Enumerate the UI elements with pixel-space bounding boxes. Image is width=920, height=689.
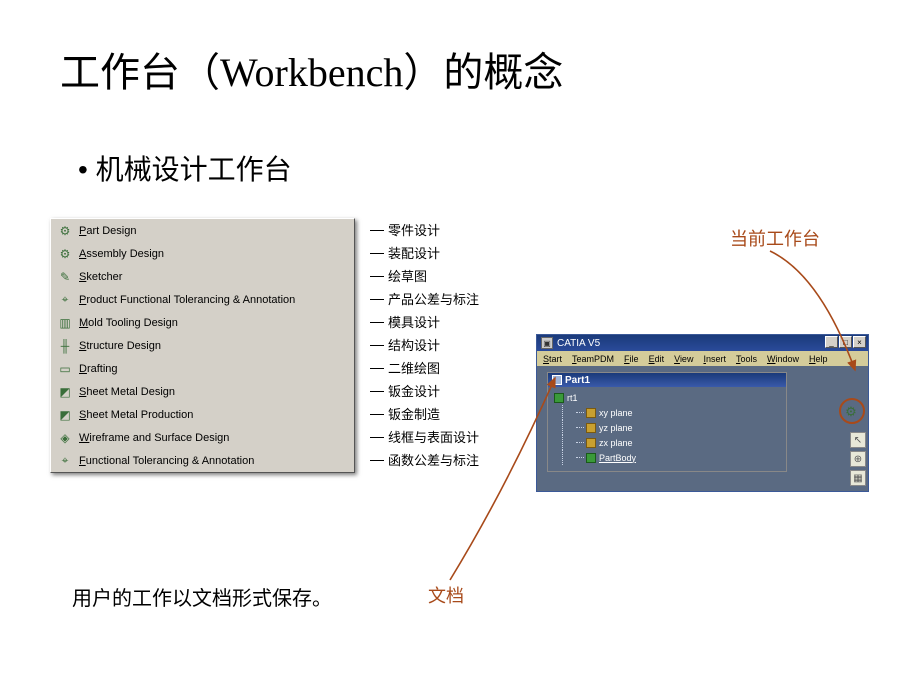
menu-item-label: Part Design: [79, 225, 136, 237]
tree-item[interactable]: xy plane: [554, 405, 780, 420]
workbench-icon: ⌖: [55, 291, 75, 309]
spec-tree: rt1 xy plane yz plane zx plane PartBody: [548, 387, 786, 471]
workbench-icon: ✎: [55, 268, 75, 286]
menu-item-label: Structure Design: [79, 340, 161, 352]
menu-item-sketcher[interactable]: ✎ Sketcher: [51, 265, 354, 288]
close-button[interactable]: ×: [853, 336, 866, 348]
workbench-icon: ╫: [55, 337, 75, 355]
workbench-icon: ⌖: [55, 452, 75, 470]
catia-body: Part1 rt1 xy plane yz plane zx plane PartBo…: [537, 366, 868, 491]
workbench-label-column: 零件设计装配设计绘草图产品公差与标注模具设计结构设计二维绘图钣金设计钣金制造线框…: [370, 218, 530, 471]
document-titlebar: Part1: [548, 373, 786, 387]
document-subwindow: Part1 rt1 xy plane yz plane zx plane PartBo…: [547, 372, 787, 472]
bottom-caption: 用户的工作以文档形式保存。: [72, 582, 332, 611]
menu-translation: 绘草图: [370, 264, 530, 287]
window-controls: _ □ ×: [825, 336, 866, 348]
menu-item-label: Sketcher: [79, 271, 122, 283]
workbench-icon: ▭: [55, 360, 75, 378]
menu-insert[interactable]: Insert: [703, 354, 726, 364]
menu-item-sheet-metal-production[interactable]: ◩ Sheet Metal Production: [51, 403, 354, 426]
menu-translation: 线框与表面设计: [370, 425, 530, 448]
annotation-current-workbench: 当前工作台: [730, 225, 820, 251]
side-toolbar: ↖ ⊕ ▦: [850, 432, 866, 486]
menu-translation: 结构设计: [370, 333, 530, 356]
tree-item[interactable]: yz plane: [554, 420, 780, 435]
workbench-icon: ⚙: [55, 245, 75, 263]
tree-item[interactable]: zx plane: [554, 435, 780, 450]
document-title-text: Part1: [565, 375, 590, 386]
tree-item-label: zx plane: [599, 438, 633, 448]
menu-translation: 模具设计: [370, 310, 530, 333]
menu-tools[interactable]: Tools: [736, 354, 757, 364]
menu-translation: 函数公差与标注: [370, 448, 530, 471]
document-icon: [552, 375, 562, 385]
menu-item-functional-tolerancing-annotation[interactable]: ⌖ Functional Tolerancing & Annotation: [51, 449, 354, 472]
menu-view[interactable]: View: [674, 354, 693, 364]
body-icon: [586, 453, 596, 463]
tree-item-label: PartBody: [599, 453, 636, 463]
menu-translation: 产品公差与标注: [370, 287, 530, 310]
menu-translation: 装配设计: [370, 241, 530, 264]
minimize-button[interactable]: _: [825, 336, 838, 348]
menu-item-mold-tooling-design[interactable]: ▥ Mold Tooling Design: [51, 311, 354, 334]
menu-item-label: Assembly Design: [79, 248, 164, 260]
menu-item-drafting[interactable]: ▭ Drafting: [51, 357, 354, 380]
menu-item-label: Wireframe and Surface Design: [79, 432, 229, 444]
menu-item-assembly-design[interactable]: ⚙ Assembly Design: [51, 242, 354, 265]
current-workbench-icon[interactable]: ⚙: [843, 404, 859, 420]
workbench-icon: ◈: [55, 429, 75, 447]
menu-item-part-design[interactable]: ⚙ Part Design: [51, 219, 354, 242]
tree-root[interactable]: rt1: [554, 390, 780, 405]
menu-item-product-functional-tolerancing-annotation[interactable]: ⌖ Product Functional Tolerancing & Annota…: [51, 288, 354, 311]
menu-file[interactable]: File: [624, 354, 639, 364]
plane-icon: [586, 438, 596, 448]
tree-root-label: rt1: [567, 393, 578, 403]
workbench-icon: ⚙: [55, 222, 75, 240]
menu-item-label: Sheet Metal Production: [79, 409, 193, 421]
menu-item-label: Sheet Metal Design: [79, 386, 175, 398]
catia-titlebar: ▣ CATIA V5 _ □ ×: [537, 335, 868, 351]
plane-icon: [586, 408, 596, 418]
menu-translation: 二维绘图: [370, 356, 530, 379]
toolbar-misc-icon[interactable]: ▦: [850, 470, 866, 486]
menu-start[interactable]: Start: [543, 354, 562, 364]
catia-title-text: CATIA V5: [557, 338, 600, 349]
slide-title: 工作台（Workbench）的概念: [60, 40, 563, 98]
catia-menubar: Start TeamPDM File Edit View Insert Tools Windo…: [537, 351, 868, 366]
menu-item-label: Functional Tolerancing & Annotation: [79, 455, 254, 467]
menu-item-label: Drafting: [79, 363, 118, 375]
gear-icon: [554, 393, 564, 403]
menu-translation: 钣金设计: [370, 379, 530, 402]
tree-item-label: xy plane: [599, 408, 633, 418]
workbench-icon: ◩: [55, 383, 75, 401]
toolbar-select-icon[interactable]: ↖: [850, 432, 866, 448]
bullet-mechanical-design: 机械设计工作台: [78, 148, 292, 188]
toolbar-compass-icon[interactable]: ⊕: [850, 451, 866, 467]
menu-item-sheet-metal-design[interactable]: ◩ Sheet Metal Design: [51, 380, 354, 403]
menu-item-structure-design[interactable]: ╫ Structure Design: [51, 334, 354, 357]
menu-window[interactable]: Window: [767, 354, 799, 364]
catia-app-icon: ▣: [541, 337, 553, 349]
workbench-icon: ▥: [55, 314, 75, 332]
plane-icon: [586, 423, 596, 433]
annotation-document: 文档: [428, 582, 464, 608]
workbench-menu: ⚙ Part Design ⚙ Assembly Design ✎ Sketcher ⌖ Pr…: [50, 218, 355, 473]
menu-translation: 钣金制造: [370, 402, 530, 425]
menu-help[interactable]: Help: [809, 354, 828, 364]
menu-item-wireframe-and-surface-design[interactable]: ◈ Wireframe and Surface Design: [51, 426, 354, 449]
workbench-icon: ◩: [55, 406, 75, 424]
menu-edit[interactable]: Edit: [649, 354, 665, 364]
menu-item-label: Mold Tooling Design: [79, 317, 178, 329]
tree-item-label: yz plane: [599, 423, 633, 433]
maximize-button[interactable]: □: [839, 336, 852, 348]
menu-item-label: Product Functional Tolerancing & Annotat…: [79, 294, 295, 306]
menu-teampdm[interactable]: TeamPDM: [572, 354, 614, 364]
menu-translation: 零件设计: [370, 218, 530, 241]
catia-window: ▣ CATIA V5 _ □ × Start TeamPDM File Edit Vie…: [536, 334, 869, 492]
tree-item[interactable]: PartBody: [554, 450, 780, 465]
